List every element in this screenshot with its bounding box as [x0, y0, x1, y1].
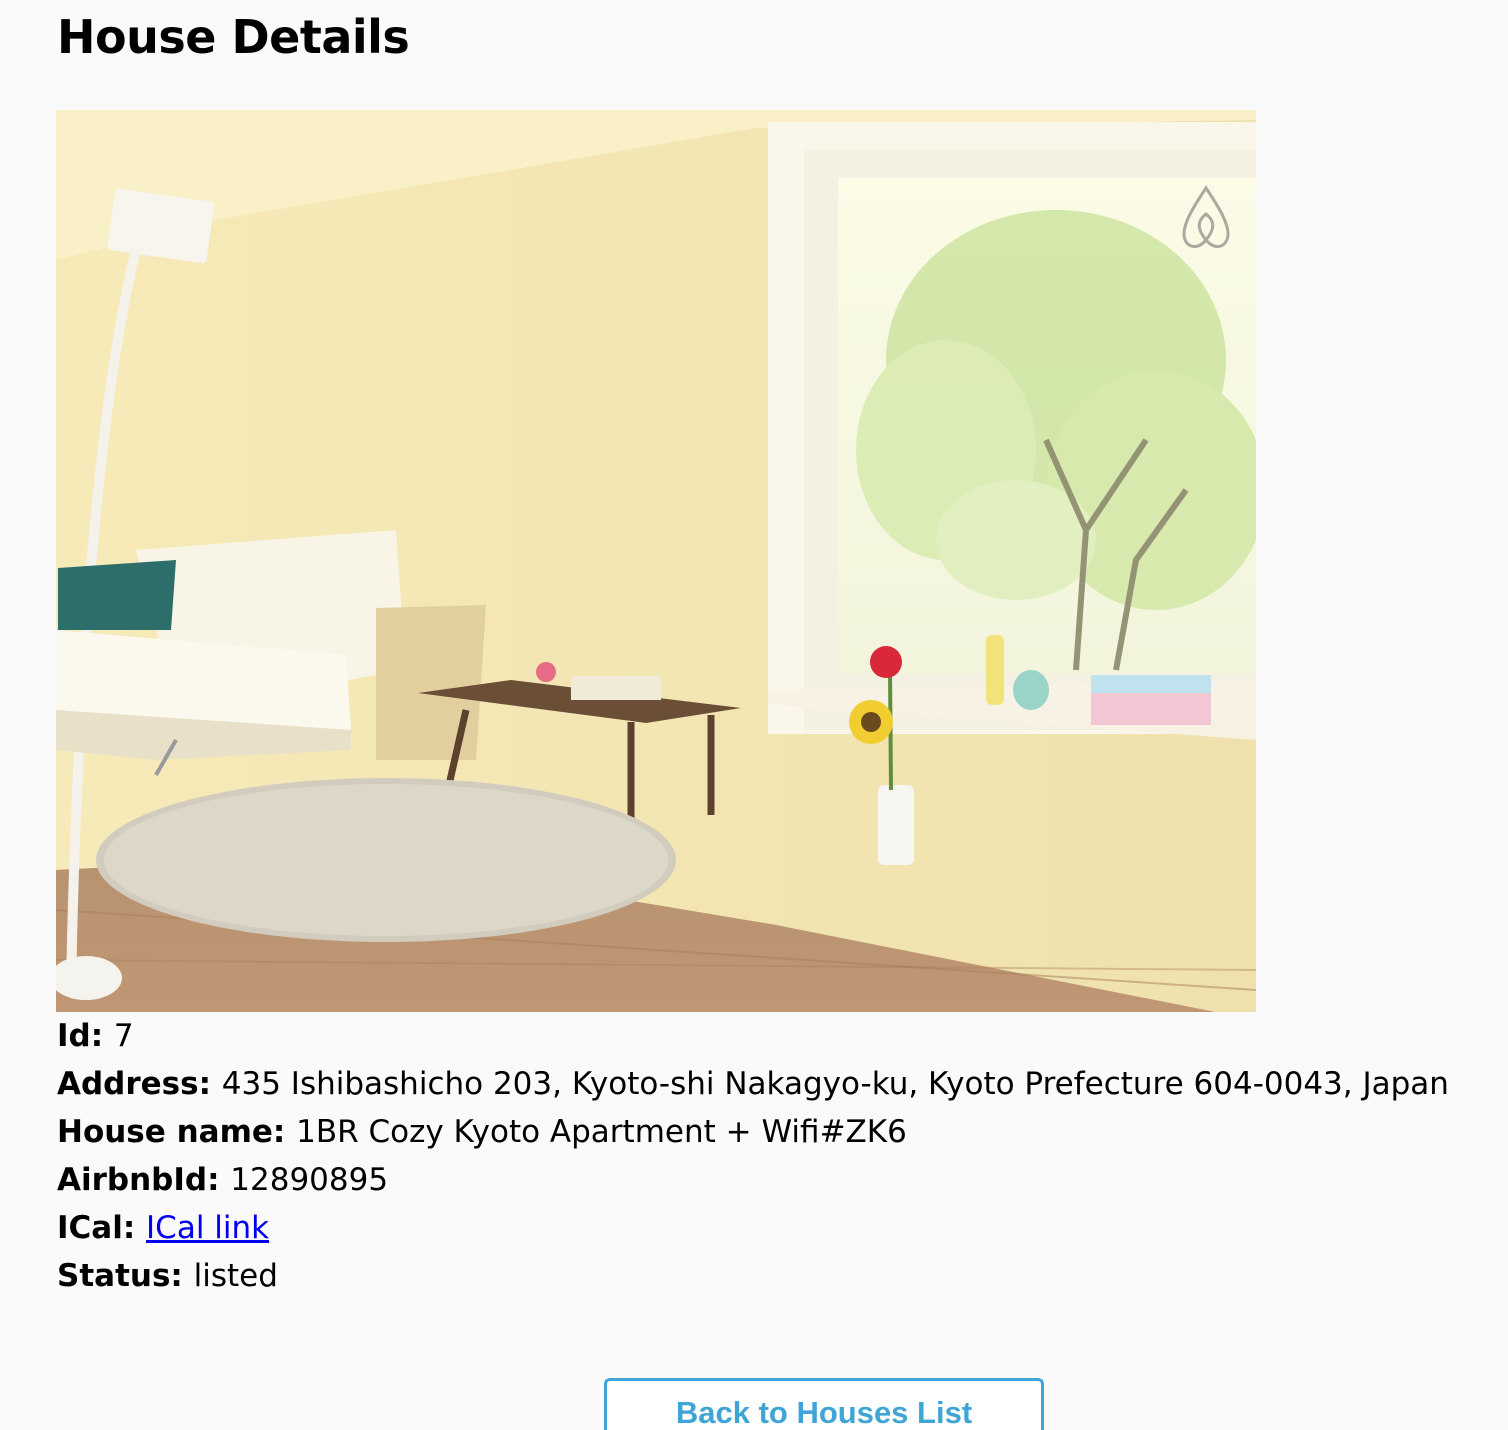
airbnb-id-value: 12890895 [230, 1162, 389, 1198]
id-label: Id: [57, 1018, 114, 1054]
id-value: 7 [113, 1018, 134, 1054]
status-value: listed [193, 1258, 278, 1294]
id-row: Id: 7 [57, 1012, 1477, 1060]
house-name-label: House name: [57, 1114, 297, 1150]
ical-label: ICal: [57, 1210, 147, 1246]
page-title: House Details [57, 10, 410, 64]
airbnb-id-label: AirbnbId: [57, 1162, 231, 1198]
status-row: Status: listed [57, 1252, 1477, 1300]
airbnb-id-row: AirbnbId: 12890895 [57, 1156, 1477, 1204]
address-value: 435 Ishibashicho 203, Kyoto-shi Nakagyo-… [221, 1066, 1449, 1102]
back-to-houses-list-button[interactable]: Back to Houses List [604, 1378, 1044, 1430]
ical-link[interactable]: ICal link [146, 1210, 269, 1246]
address-row: Address: 435 Ishibashicho 203, Kyoto-shi… [57, 1060, 1477, 1108]
house-photo [56, 110, 1256, 1012]
house-details: Id: 7 Address: 435 Ishibashicho 203, Kyo… [57, 1012, 1477, 1300]
address-label: Address: [57, 1066, 222, 1102]
house-name-row: House name: 1BR Cozy Kyoto Apartment + W… [57, 1108, 1477, 1156]
ical-row: ICal: ICal link [57, 1204, 1477, 1252]
house-name-value: 1BR Cozy Kyoto Apartment + Wifi#ZK6 [296, 1114, 907, 1150]
status-label: Status: [57, 1258, 194, 1294]
